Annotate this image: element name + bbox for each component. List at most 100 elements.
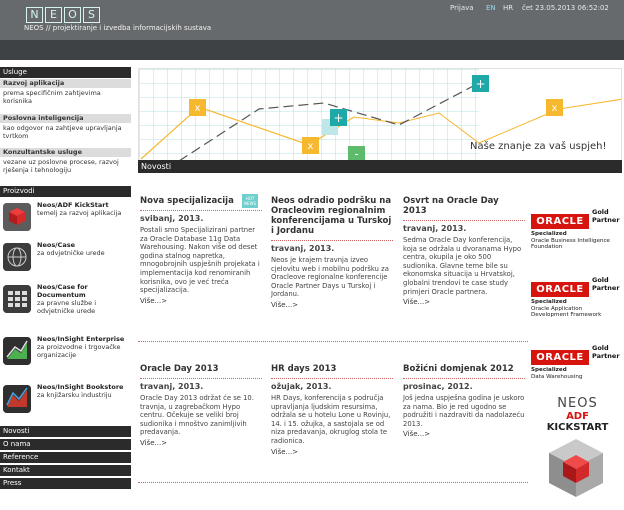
- svg-text:x: x: [195, 103, 201, 114]
- login-link[interactable]: Prijava: [450, 4, 474, 12]
- news-date: prosinac, 2012.: [403, 382, 473, 391]
- oracle-logo: ORACLE: [531, 214, 589, 229]
- logo-letter: N: [26, 7, 43, 23]
- news-body: HR Days, konferencija s područja upravlj…: [271, 394, 391, 445]
- product-title: Neos/ADF KickStart: [37, 201, 109, 209]
- svg-text:+: +: [475, 77, 485, 91]
- nav-novosti[interactable]: Novosti: [0, 426, 131, 437]
- product-item[interactable]: Neos/Case za odvjetničke urede: [3, 241, 131, 279]
- service-title[interactable]: Razvoj aplikacija: [0, 79, 131, 88]
- news-date: travanj, 2013.: [403, 224, 467, 233]
- adf-text: ADF: [566, 411, 589, 422]
- badge-specialized: Specialized: [531, 367, 567, 373]
- lang-en-link[interactable]: EN: [486, 4, 496, 12]
- news-divider: [140, 378, 262, 379]
- news-more-link[interactable]: Više...>: [140, 297, 262, 305]
- news-item: HR days 2013 ožujak, 2013. HR Days, konf…: [271, 364, 393, 456]
- oracle-logo: ORACLE: [531, 350, 589, 365]
- lang-hr-link[interactable]: HR: [503, 4, 513, 12]
- oracle-partner-badge[interactable]: ORACLEGold Partner Specialized Oracle Busi…: [531, 208, 621, 251]
- site-tagline: NEOS // projektiranje i izvedba informac…: [24, 24, 212, 32]
- news-body: Sedma Oracle Day konferencija, koja se o…: [403, 236, 522, 296]
- news-divider: [403, 378, 525, 379]
- oracle-logo: ORACLE: [531, 282, 589, 297]
- globe-product-icon: [3, 243, 31, 271]
- news-item: Božićni domjenak 2012 prosinac, 2012. Jo…: [403, 364, 525, 438]
- adf-neos-text: NEOS: [557, 396, 598, 411]
- news-title[interactable]: Neos odradio podršku na Oracleovim regio…: [271, 196, 393, 236]
- news-divider: [271, 378, 393, 379]
- nav-kontakt[interactable]: Kontakt: [0, 465, 131, 476]
- product-item[interactable]: Neos/InSight Enterprise za proizvodne i t…: [3, 335, 131, 373]
- news-title[interactable]: HR days 2013: [271, 364, 393, 374]
- news-more-link[interactable]: Više...>: [271, 448, 393, 456]
- left-sidebar: Usluge Razvoj aplikacija prema specifičn…: [0, 60, 133, 510]
- site-header: N E O S NEOS // projektiranje i izvedba …: [0, 0, 624, 40]
- badge-partner: Partner: [592, 351, 620, 360]
- services-heading: Usluge: [0, 67, 131, 78]
- product-item[interactable]: Neos/InSight Bookstore za knjižarsku indu…: [3, 383, 131, 421]
- news-divider: [140, 210, 262, 211]
- news-item: Nova specijalizacija svibanj, 2013. Post…: [140, 196, 262, 305]
- service-title[interactable]: Poslovna inteligencija: [0, 114, 131, 123]
- news-title[interactable]: Oracle Day 2013: [140, 364, 262, 374]
- logo-letter: O: [64, 7, 81, 23]
- service-title[interactable]: Konzultantske usluge: [0, 148, 131, 157]
- badge-partner: Partner: [592, 283, 620, 292]
- news-body: Oracle Day 2013 održat će se 10. travnja…: [140, 394, 254, 437]
- news-body: Postali smo Specijalizirani partner za O…: [140, 226, 260, 295]
- news-item: Oracle Day 2013 travanj, 2013. Oracle Da…: [140, 364, 262, 447]
- product-item[interactable]: Neos/Case for Documentum za pravne službe…: [3, 283, 131, 321]
- news-more-link[interactable]: Više...>: [140, 439, 262, 447]
- kickstart-cube-icon[interactable]: [547, 437, 605, 499]
- product-text: za pravne službe i odvjetničke urede: [37, 299, 96, 315]
- news-row-separator: [138, 341, 528, 342]
- news-title[interactable]: Osvrt na Oracle Day 2013: [403, 196, 525, 216]
- news-more-link[interactable]: Više...>: [403, 298, 525, 306]
- product-title: Neos/InSight Enterprise: [37, 335, 125, 343]
- product-title: Neos/Case for Documentum: [37, 283, 88, 299]
- product-text: za knjižarsku industriju: [37, 391, 112, 399]
- oracle-partner-badge[interactable]: ORACLEGold Partner Specialized Oracle Appl…: [531, 276, 621, 319]
- adf-kickstart-logo[interactable]: NEOS ADF KICKSTART: [535, 396, 620, 433]
- service-text: kao odgovor na zahtjeve upravljanja tvrt…: [3, 124, 122, 140]
- service-text: prema specifičnim zahtjevima korisnika: [3, 89, 101, 105]
- product-title: Neos/InSight Bookstore: [37, 383, 124, 391]
- logo-letter: S: [83, 7, 100, 23]
- nav-reference[interactable]: Reference: [0, 452, 131, 463]
- badge-specialized: Specialized: [531, 231, 567, 237]
- products-heading: Proizvodi: [0, 186, 131, 197]
- header-band: [0, 40, 624, 60]
- badge-specialized: Specialized: [531, 299, 567, 305]
- news-divider: [403, 220, 525, 221]
- neos-logo[interactable]: N E O S: [26, 7, 100, 23]
- news-more-link[interactable]: Više...>: [271, 301, 393, 309]
- news-body: Još jedna uspješna godina je uskoro za n…: [403, 394, 525, 428]
- news-divider: [271, 240, 393, 241]
- grid-product-icon: [3, 285, 31, 313]
- news-date: ožujak, 2013.: [271, 382, 332, 391]
- chart-product-icon: [3, 337, 31, 365]
- news-item: Osvrt na Oracle Day 2013 travanj, 2013. …: [403, 196, 525, 306]
- banner-slogan: Naše znanje za vaš uspjeh!: [470, 141, 607, 152]
- svg-text:x: x: [308, 141, 314, 152]
- badge-specialization: Oracle Application Development Framework: [531, 305, 602, 319]
- nav-o-nama[interactable]: O nama: [0, 439, 131, 450]
- svg-text:+: +: [333, 111, 343, 125]
- cube-product-icon: [3, 203, 31, 231]
- news-section-title: Novosti: [138, 160, 622, 173]
- product-item[interactable]: Neos/ADF KickStart temelj za razvoj aplik…: [3, 201, 131, 239]
- news-body: Neos je krajem travnja izveo cjelovitu w…: [271, 256, 389, 299]
- service-text: vezane uz poslovne procese, razvoj rješe…: [3, 158, 119, 174]
- news-bottom-separator: [138, 482, 528, 483]
- news-more-link[interactable]: Više...>: [403, 430, 525, 438]
- oracle-partner-badge[interactable]: ORACLEGold Partner Specialized Data Wareho…: [531, 344, 621, 380]
- nav-press[interactable]: Press: [0, 478, 131, 489]
- product-text: za proizvodne i trgovačke organizacije: [37, 343, 121, 359]
- news-title[interactable]: Božićni domjenak 2012: [403, 364, 525, 374]
- logo-letter: E: [45, 7, 62, 23]
- news-title[interactable]: Nova specijalizacija: [140, 196, 262, 206]
- news-item: Neos odradio podršku na Oracleovim regio…: [271, 196, 393, 309]
- news-date: travanj, 2013.: [140, 382, 204, 391]
- product-title: Neos/Case: [37, 241, 75, 249]
